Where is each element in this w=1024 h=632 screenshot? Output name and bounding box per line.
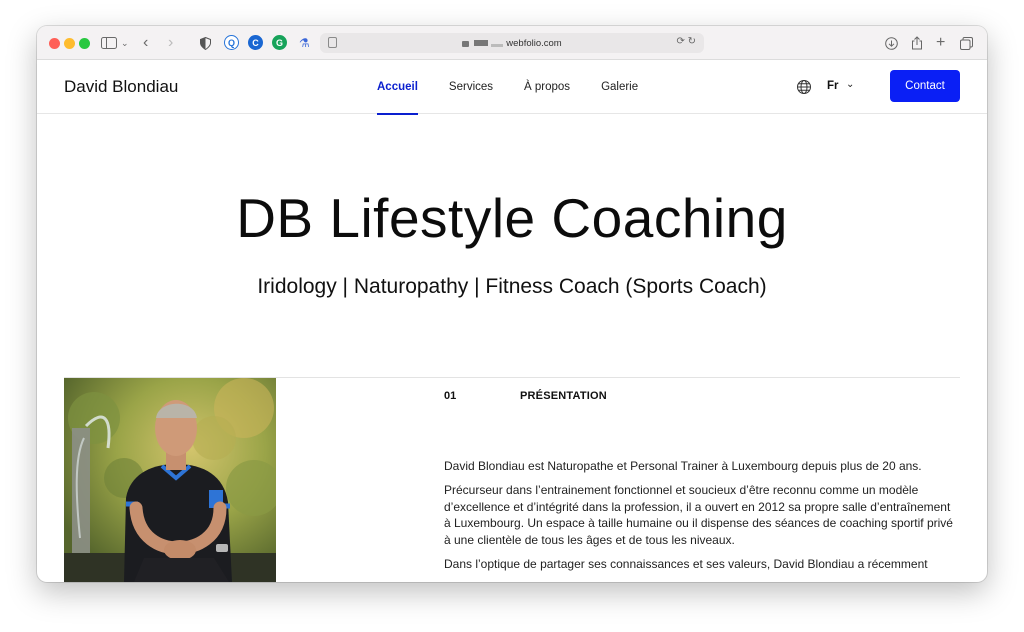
redacted-text xyxy=(474,40,489,46)
close-window-button[interactable] xyxy=(49,38,60,49)
nav-item-services[interactable]: Services xyxy=(449,60,493,114)
translate-icon[interactable] xyxy=(796,79,812,98)
main-nav: Accueil Services À propos Galerie xyxy=(377,60,669,115)
lock-icon xyxy=(462,41,470,47)
browser-window: ⌄ ‹ › Q C G ⚗ webfolio.com ⟳ ↻ + David B… xyxy=(37,26,987,582)
paragraph: Dans l’optique de partager ses connaissa… xyxy=(444,556,928,571)
hero-subtitle: Iridology | Naturopathy | Fitness Coach … xyxy=(257,275,767,298)
reader-icon[interactable] xyxy=(328,37,337,48)
reload-icon[interactable]: ⟳ ↻ xyxy=(676,36,696,47)
extension-flask-icon[interactable]: ⚗ xyxy=(299,34,310,52)
section-number: 01 xyxy=(444,390,457,402)
paragraph: Précurseur dans l’entrainement fonctionn… xyxy=(444,482,953,548)
nav-item-galerie[interactable]: Galerie xyxy=(601,60,638,114)
tab-overview-icon[interactable] xyxy=(960,34,973,52)
coach-photo xyxy=(64,378,276,582)
extension-grammar-icon[interactable]: G xyxy=(272,35,287,50)
chevron-down-icon[interactable]: ⌄ xyxy=(846,79,854,90)
sidebar-toggle-icon[interactable] xyxy=(101,34,117,52)
chevron-down-icon[interactable]: ⌄ xyxy=(121,34,129,52)
extension-vpn-icon[interactable]: Q xyxy=(224,35,239,50)
new-tab-icon[interactable]: + xyxy=(936,34,945,52)
download-icon[interactable] xyxy=(885,34,898,52)
site-header: David Blondiau Accueil Services À propos… xyxy=(37,60,987,115)
contact-button[interactable]: Contact xyxy=(890,70,960,102)
redacted-text xyxy=(491,43,504,47)
extension-globe-icon[interactable]: C xyxy=(248,35,263,50)
share-icon[interactable] xyxy=(911,34,923,52)
address-bar[interactable]: webfolio.com ⟳ ↻ xyxy=(320,33,704,53)
forward-button[interactable]: › xyxy=(168,34,173,52)
section-title: PRÉSENTATION xyxy=(520,390,607,402)
shield-icon[interactable] xyxy=(200,34,211,52)
language-selector[interactable]: Fr xyxy=(827,80,839,92)
minimize-window-button[interactable] xyxy=(64,38,75,49)
hero-title: DB Lifestyle Coaching xyxy=(236,187,788,249)
site-brand[interactable]: David Blondiau xyxy=(64,77,178,97)
nav-item-a-propos[interactable]: À propos xyxy=(524,60,570,114)
zoom-window-button[interactable] xyxy=(79,38,90,49)
url-text: webfolio.com xyxy=(506,37,562,49)
presentation-text: David Blondiau est Naturopathe et Person… xyxy=(444,458,960,580)
browser-toolbar: ⌄ ‹ › Q C G ⚗ webfolio.com ⟳ ↻ + xyxy=(37,26,987,60)
nav-item-accueil[interactable]: Accueil xyxy=(377,60,418,115)
back-button[interactable]: ‹ xyxy=(143,34,148,52)
paragraph: David Blondiau est Naturopathe et Person… xyxy=(444,459,922,473)
